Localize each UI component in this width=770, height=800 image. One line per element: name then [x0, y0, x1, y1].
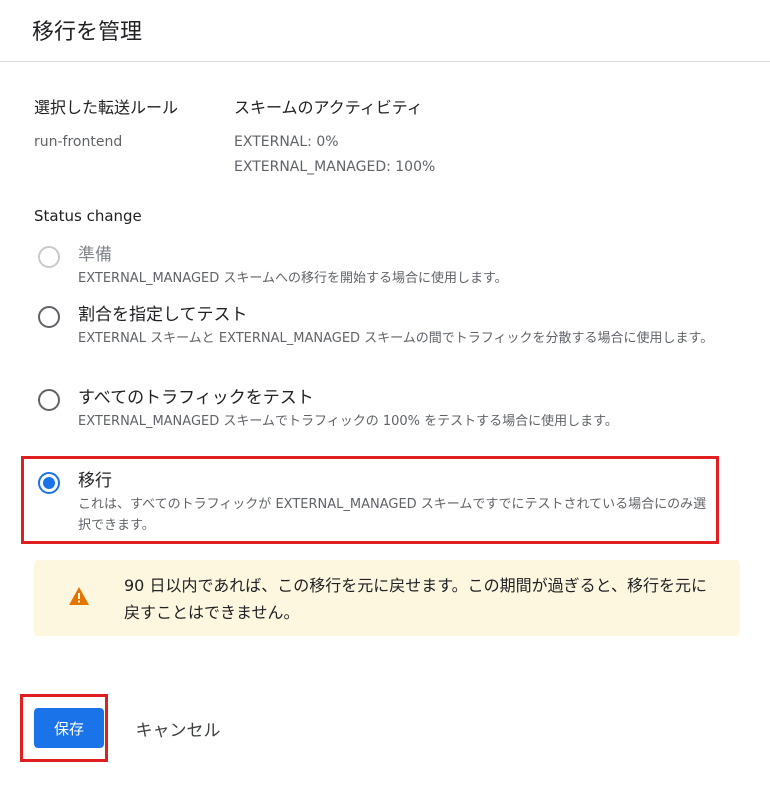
option-test-all-desc: EXTERNAL_MANAGED スキームでトラフィックの 100% をテストす… — [78, 414, 618, 429]
option-test-all-title: すべてのトラフィックをテスト — [78, 388, 314, 408]
scheme-value-external: EXTERNAL: 0% — [234, 134, 339, 150]
scheme-column: スキームのアクティビティ EXTERNAL: 0% EXTERNAL_MANAG… — [234, 96, 554, 180]
radio-test-percentage[interactable] — [38, 306, 60, 328]
rule-value: run-frontend — [34, 134, 123, 150]
highlight-box-save — [20, 694, 108, 762]
highlight-box-migrate — [21, 456, 719, 544]
option-test-all[interactable]: すべてのトラフィックをテスト EXTERNAL_MANAGED スキームでトラフ… — [38, 385, 718, 432]
option-test-percentage-desc: EXTERNAL スキームと EXTERNAL_MANAGED スキームの間でト… — [78, 331, 714, 346]
warning-icon — [69, 587, 89, 605]
status-change-label: Status change — [34, 207, 142, 225]
scheme-value-managed: EXTERNAL_MANAGED: 100% — [234, 159, 436, 175]
rule-column: 選択した転送ルール run-frontend — [34, 96, 234, 155]
option-prepare-title: 準備 — [78, 245, 112, 265]
option-prepare: 準備 EXTERNAL_MANAGED スキームへの移行を開始する場合に使用しま… — [38, 242, 718, 289]
cancel-button[interactable]: キャンセル — [118, 708, 238, 748]
option-test-percentage-title: 割合を指定してテスト — [78, 305, 248, 325]
warning-text: 90 日以内であれば、この移行を元に戻せます。この期間が過ぎると、移行を元に戻す… — [124, 576, 708, 622]
radio-test-all[interactable] — [38, 389, 60, 411]
radio-prepare — [38, 246, 60, 268]
rule-label: 選択した転送ルール — [34, 98, 179, 117]
option-prepare-desc: EXTERNAL_MANAGED スキームへの移行を開始する場合に使用します。 — [78, 271, 508, 286]
dialog-title: 移行を管理 — [32, 20, 143, 45]
warning-banner: 90 日以内であれば、この移行を元に戻せます。この期間が過ぎると、移行を元に戻す… — [34, 560, 740, 636]
dialog-header: 移行を管理 — [0, 0, 770, 62]
scheme-label: スキームのアクティビティ — [234, 98, 423, 117]
option-test-percentage[interactable]: 割合を指定してテスト EXTERNAL スキームと EXTERNAL_MANAG… — [38, 302, 718, 349]
